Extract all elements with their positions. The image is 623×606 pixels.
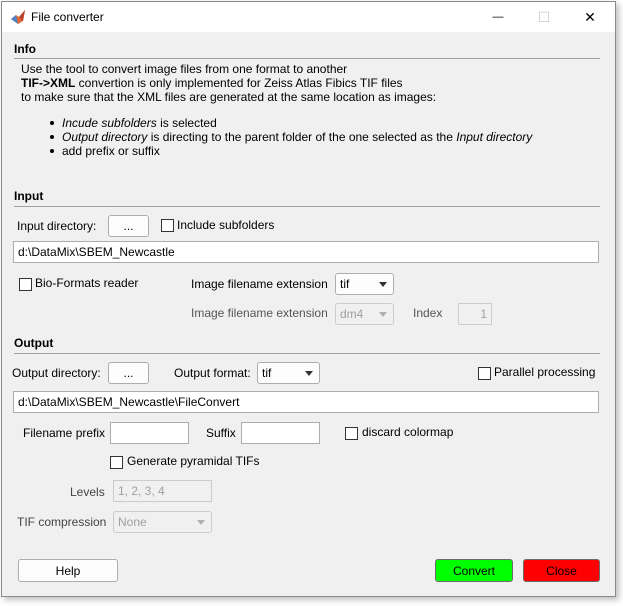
levels-field[interactable]: 1, 2, 3, 4 (113, 480, 212, 502)
tif-compression-select[interactable]: None (113, 511, 212, 533)
info-divider (14, 58, 600, 59)
suffix-label: Suffix (206, 426, 236, 440)
index-label: Index (413, 306, 443, 320)
maximize-icon: ☐ (537, 8, 551, 25)
info-bullet-list: Incude subfolders is selected Output dir… (48, 116, 532, 158)
include-subfolders-checkbox[interactable] (161, 219, 174, 232)
chevron-down-icon (197, 520, 205, 525)
output-heading: Output (14, 336, 54, 350)
input-heading: Input (14, 189, 44, 203)
input-divider (14, 206, 600, 207)
input-directory-browse-button[interactable]: ... (108, 215, 149, 237)
output-directory-path-field[interactable]: d:\DataMix\SBEM_Newcastle\FileConvert (13, 391, 599, 413)
parallel-processing-checkbox[interactable] (478, 367, 491, 380)
close-icon: ✕ (584, 8, 596, 25)
title-bar: File converter — ☐ ✕ (2, 2, 615, 32)
file-converter-window: File converter — ☐ ✕ Info Use the tool t… (1, 1, 616, 597)
close-button[interactable]: Close (523, 559, 600, 582)
output-directory-label: Output directory: (12, 366, 101, 380)
bioformats-reader-label: Bio-Formats reader (35, 276, 139, 290)
include-subfolders-label: Include subfolders (177, 218, 275, 232)
image-extension-2-label: Image filename extension (191, 306, 328, 320)
output-format-label: Output format: (174, 366, 251, 380)
info-bullet-1: Incude subfolders is selected (48, 116, 532, 130)
input-directory-label: Input directory: (17, 219, 97, 233)
maximize-button[interactable]: ☐ (521, 2, 567, 32)
filename-prefix-label: Filename prefix (23, 426, 106, 440)
output-format-select[interactable]: tif (257, 362, 320, 384)
info-bullet-2: Output directory is directing to the par… (48, 130, 532, 144)
matlab-icon (11, 10, 25, 24)
chevron-down-icon (379, 282, 387, 287)
convert-button[interactable]: Convert (435, 559, 513, 582)
filename-prefix-field[interactable] (110, 422, 189, 444)
tif-compression-label: TIF compression (17, 515, 107, 529)
chevron-down-icon (305, 371, 313, 376)
image-extension-2-select[interactable]: dm4 (335, 303, 394, 325)
generate-pyramidal-checkbox[interactable] (110, 456, 123, 469)
info-line-2-rest: convertion is only implemented for Zeiss… (75, 76, 403, 90)
input-directory-path-field[interactable]: d:\DataMix\SBEM_Newcastle (13, 241, 599, 263)
info-bullet-3: add prefix or suffix (48, 144, 532, 158)
window-title: File converter (31, 10, 104, 24)
close-window-button[interactable]: ✕ (567, 2, 613, 32)
generate-pyramidal-label: Generate pyramidal TIFs (127, 454, 260, 468)
info-line-2-bold: TIF->XML (21, 76, 76, 90)
output-divider (14, 353, 600, 354)
output-directory-browse-button[interactable]: ... (108, 362, 149, 384)
help-button[interactable]: Help (18, 559, 118, 582)
image-extension-label: Image filename extension (191, 277, 328, 291)
discard-colormap-checkbox[interactable] (345, 427, 358, 440)
image-extension-select[interactable]: tif (335, 273, 394, 295)
index-field[interactable]: 1 (458, 303, 492, 325)
chevron-down-icon (379, 312, 387, 317)
info-line-1: Use the tool to convert image files from… (21, 62, 348, 76)
minimize-icon: — (492, 11, 504, 23)
discard-colormap-label: discard colormap (362, 425, 454, 439)
bioformats-reader-checkbox[interactable] (19, 278, 32, 291)
levels-label: Levels (70, 485, 105, 499)
info-line-2: TIF->XML convertion is only implemented … (21, 76, 403, 90)
parallel-processing-label: Parallel processing (494, 365, 596, 379)
suffix-field[interactable] (241, 422, 320, 444)
info-heading: Info (14, 42, 36, 56)
minimize-button[interactable]: — (475, 2, 521, 32)
info-line-3: to make sure that the XML files are gene… (21, 90, 437, 104)
